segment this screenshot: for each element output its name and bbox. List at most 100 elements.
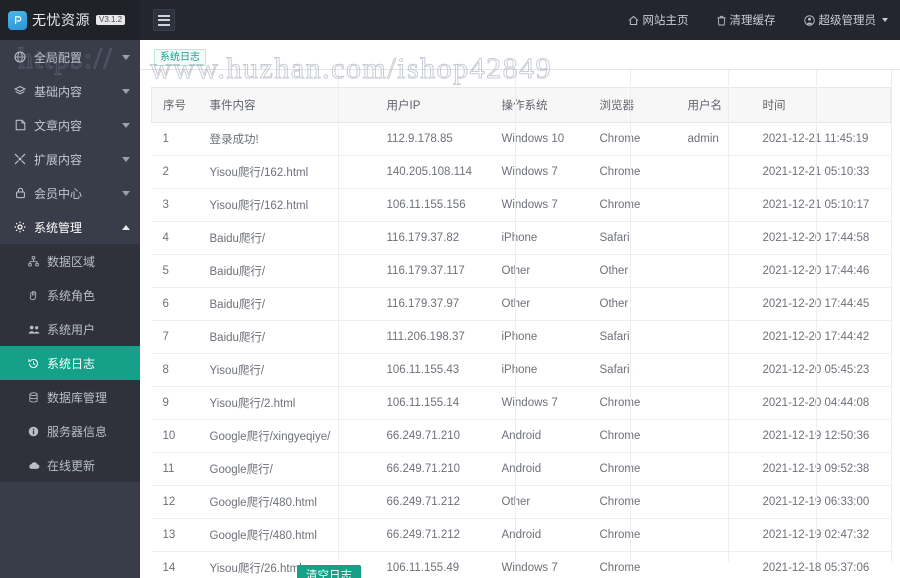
sidebar-item-global-config[interactable]: 全局配置	[0, 40, 140, 74]
sidebar-item-system-log[interactable]: 系统日志	[0, 346, 140, 380]
log-cell-browser: Chrome	[588, 485, 677, 519]
sidebar-item-database-manage[interactable]: 数据库管理	[0, 380, 140, 414]
log-cell-index: 2	[151, 155, 199, 189]
log-cell-time: 2021-12-21 05:10:17	[751, 188, 891, 222]
sidebar-label-global-config: 全局配置	[34, 50, 83, 65]
log-cell-os: iPhone	[490, 221, 589, 255]
column-divider	[891, 70, 892, 562]
cloud-icon	[26, 460, 41, 471]
chevron-down-icon	[122, 190, 130, 196]
system-log-table: 序号 事件内容 用户IP 操作系统 浏览器 用户名 时间 1 登录成功! 112.9…	[151, 87, 891, 578]
log-cell-event: Baidu爬行/	[198, 287, 376, 321]
log-cell-index: 9	[151, 386, 199, 420]
log-cell-os: Windows 7	[490, 551, 589, 578]
sidebar-item-system-manage[interactable]: 系统管理	[0, 210, 140, 244]
log-cell-browser: Chrome	[588, 122, 677, 156]
log-cell-browser: Other	[588, 287, 677, 321]
sidebar-item-system-user[interactable]: 系统用户	[0, 312, 140, 346]
log-cell-index: 3	[151, 188, 199, 222]
table-body: 1 登录成功! 112.9.178.85 Windows 10 Chrome admin 2…	[151, 122, 891, 578]
log-cell-event: Yisou爬行/	[198, 353, 376, 387]
chevron-down-icon	[122, 54, 130, 60]
log-cell-os: Windows 7	[490, 188, 589, 222]
log-cell-os: iPhone	[490, 320, 589, 354]
log-table-container: 序号 事件内容 用户IP 操作系统 浏览器 用户名 时间 1 登录成功! 112.9…	[140, 70, 900, 578]
table-row: 6Baidu爬行/116.179.37.97OtherOther2021-12-…	[151, 287, 891, 321]
log-cell-index: 10	[151, 419, 199, 453]
sidebar-label-database-manage: 数据库管理	[47, 390, 108, 405]
log-cell-username	[676, 320, 752, 354]
document-icon	[12, 119, 28, 131]
table-header-row: 序号 事件内容 用户IP 操作系统 浏览器 用户名 时间	[151, 87, 891, 123]
home-icon	[628, 15, 639, 26]
expand-icon	[12, 153, 28, 165]
info-icon	[26, 426, 41, 437]
log-cell-index: 7	[151, 320, 199, 354]
brand-block[interactable]: 无忧资源 V3.1.2	[0, 0, 140, 40]
log-cell-browser: Safari	[588, 221, 677, 255]
sidebar-item-data-area[interactable]: 数据区域	[0, 244, 140, 278]
users-icon	[26, 324, 41, 335]
log-cell-time: 2021-12-20 05:45:23	[751, 353, 891, 387]
topnav-item-home[interactable]: 网站主页	[614, 0, 703, 40]
sidebar-label-system-role: 系统角色	[47, 288, 96, 303]
sidebar-item-article-content[interactable]: 文章内容	[0, 108, 140, 142]
log-cell-time: 2021-12-21 05:10:33	[751, 155, 891, 189]
log-cell-event: Google爬行/480.html	[198, 485, 376, 519]
log-cell-username	[676, 254, 752, 288]
log-cell-os: iPhone	[490, 353, 589, 387]
log-cell-username	[676, 221, 752, 255]
hand-icon	[26, 290, 41, 301]
log-cell-username	[676, 551, 752, 578]
log-cell-browser: Chrome	[588, 155, 677, 189]
log-cell-time: 2021-12-20 17:44:42	[751, 320, 891, 354]
sidebar-item-extension-content[interactable]: 扩展内容	[0, 142, 140, 176]
top-header-bar: 无忧资源 V3.1.2 网站主页 清理缓存 超级管理员	[0, 0, 900, 40]
table-row: 12Google爬行/480.html66.249.71.212OtherChr…	[151, 485, 891, 519]
sidebar-item-server-info[interactable]: 服务器信息	[0, 414, 140, 448]
sidebar-item-basic-content[interactable]: 基础内容	[0, 74, 140, 108]
chevron-down-icon	[122, 156, 130, 162]
log-cell-index: 5	[151, 254, 199, 288]
column-header-ip: 用户IP	[375, 87, 491, 123]
log-cell-os: Windows 7	[490, 155, 589, 189]
log-cell-event: Google爬行/480.html	[198, 518, 376, 552]
log-cell-os: Android	[490, 518, 589, 552]
log-cell-index: 4	[151, 221, 199, 255]
log-cell-time: 2021-12-20 17:44:46	[751, 254, 891, 288]
globe-icon	[12, 51, 28, 63]
menu-toggle-button[interactable]	[153, 9, 175, 31]
log-cell-time: 2021-12-20 17:44:45	[751, 287, 891, 321]
log-cell-event: Baidu爬行/	[198, 254, 376, 288]
log-cell-time: 2021-12-19 12:50:36	[751, 419, 891, 453]
table-row: 2 Yisou爬行/162.html 140.205.108.114 Windows …	[151, 155, 891, 189]
log-cell-time: 2021-12-19 06:33:00	[751, 485, 891, 519]
app-logo-icon	[8, 10, 27, 30]
log-cell-ip: 116.179.37.117	[375, 254, 491, 288]
log-cell-ip: 66.249.71.210	[375, 419, 491, 453]
topnav-item-clear-cache[interactable]: 清理缓存	[703, 0, 790, 40]
sidebar-label-extension-content: 扩展内容	[34, 152, 83, 167]
sidebar-item-online-update[interactable]: 在线更新	[0, 448, 140, 482]
column-header-os: 操作系统	[490, 87, 589, 123]
topnav-label-home: 网站主页	[642, 15, 689, 27]
log-cell-index: 14	[151, 551, 199, 578]
column-divider	[515, 70, 516, 562]
log-cell-ip: 106.11.155.43	[375, 353, 491, 387]
column-header-event: 事件内容	[198, 87, 376, 123]
sidebar-item-member-center[interactable]: 会员中心	[0, 176, 140, 210]
sidebar-item-system-role[interactable]: 系统角色	[0, 278, 140, 312]
clear-log-button[interactable]: 清空日志	[297, 565, 361, 578]
log-cell-event: Baidu爬行/	[198, 221, 376, 255]
version-badge: V3.1.2	[96, 14, 126, 26]
log-cell-username	[676, 287, 752, 321]
table-row: 8 Yisou爬行/106.11.155.43 iPhone Safari 2021-1…	[151, 353, 891, 387]
sidebar-label-member-center: 会员中心	[34, 186, 83, 201]
table-row: 4 Baidu爬行/116.179.37.82 iPhone Safari 2021-1…	[151, 221, 891, 255]
log-cell-ip: 106.11.155.49	[375, 551, 491, 578]
log-cell-browser: Chrome	[588, 188, 677, 222]
tab-system-log[interactable]: 系统日志	[154, 49, 206, 66]
layers-icon	[12, 85, 28, 97]
sidebar-label-online-update: 在线更新	[47, 458, 96, 473]
topnav-item-user[interactable]: 超级管理员	[790, 0, 900, 40]
